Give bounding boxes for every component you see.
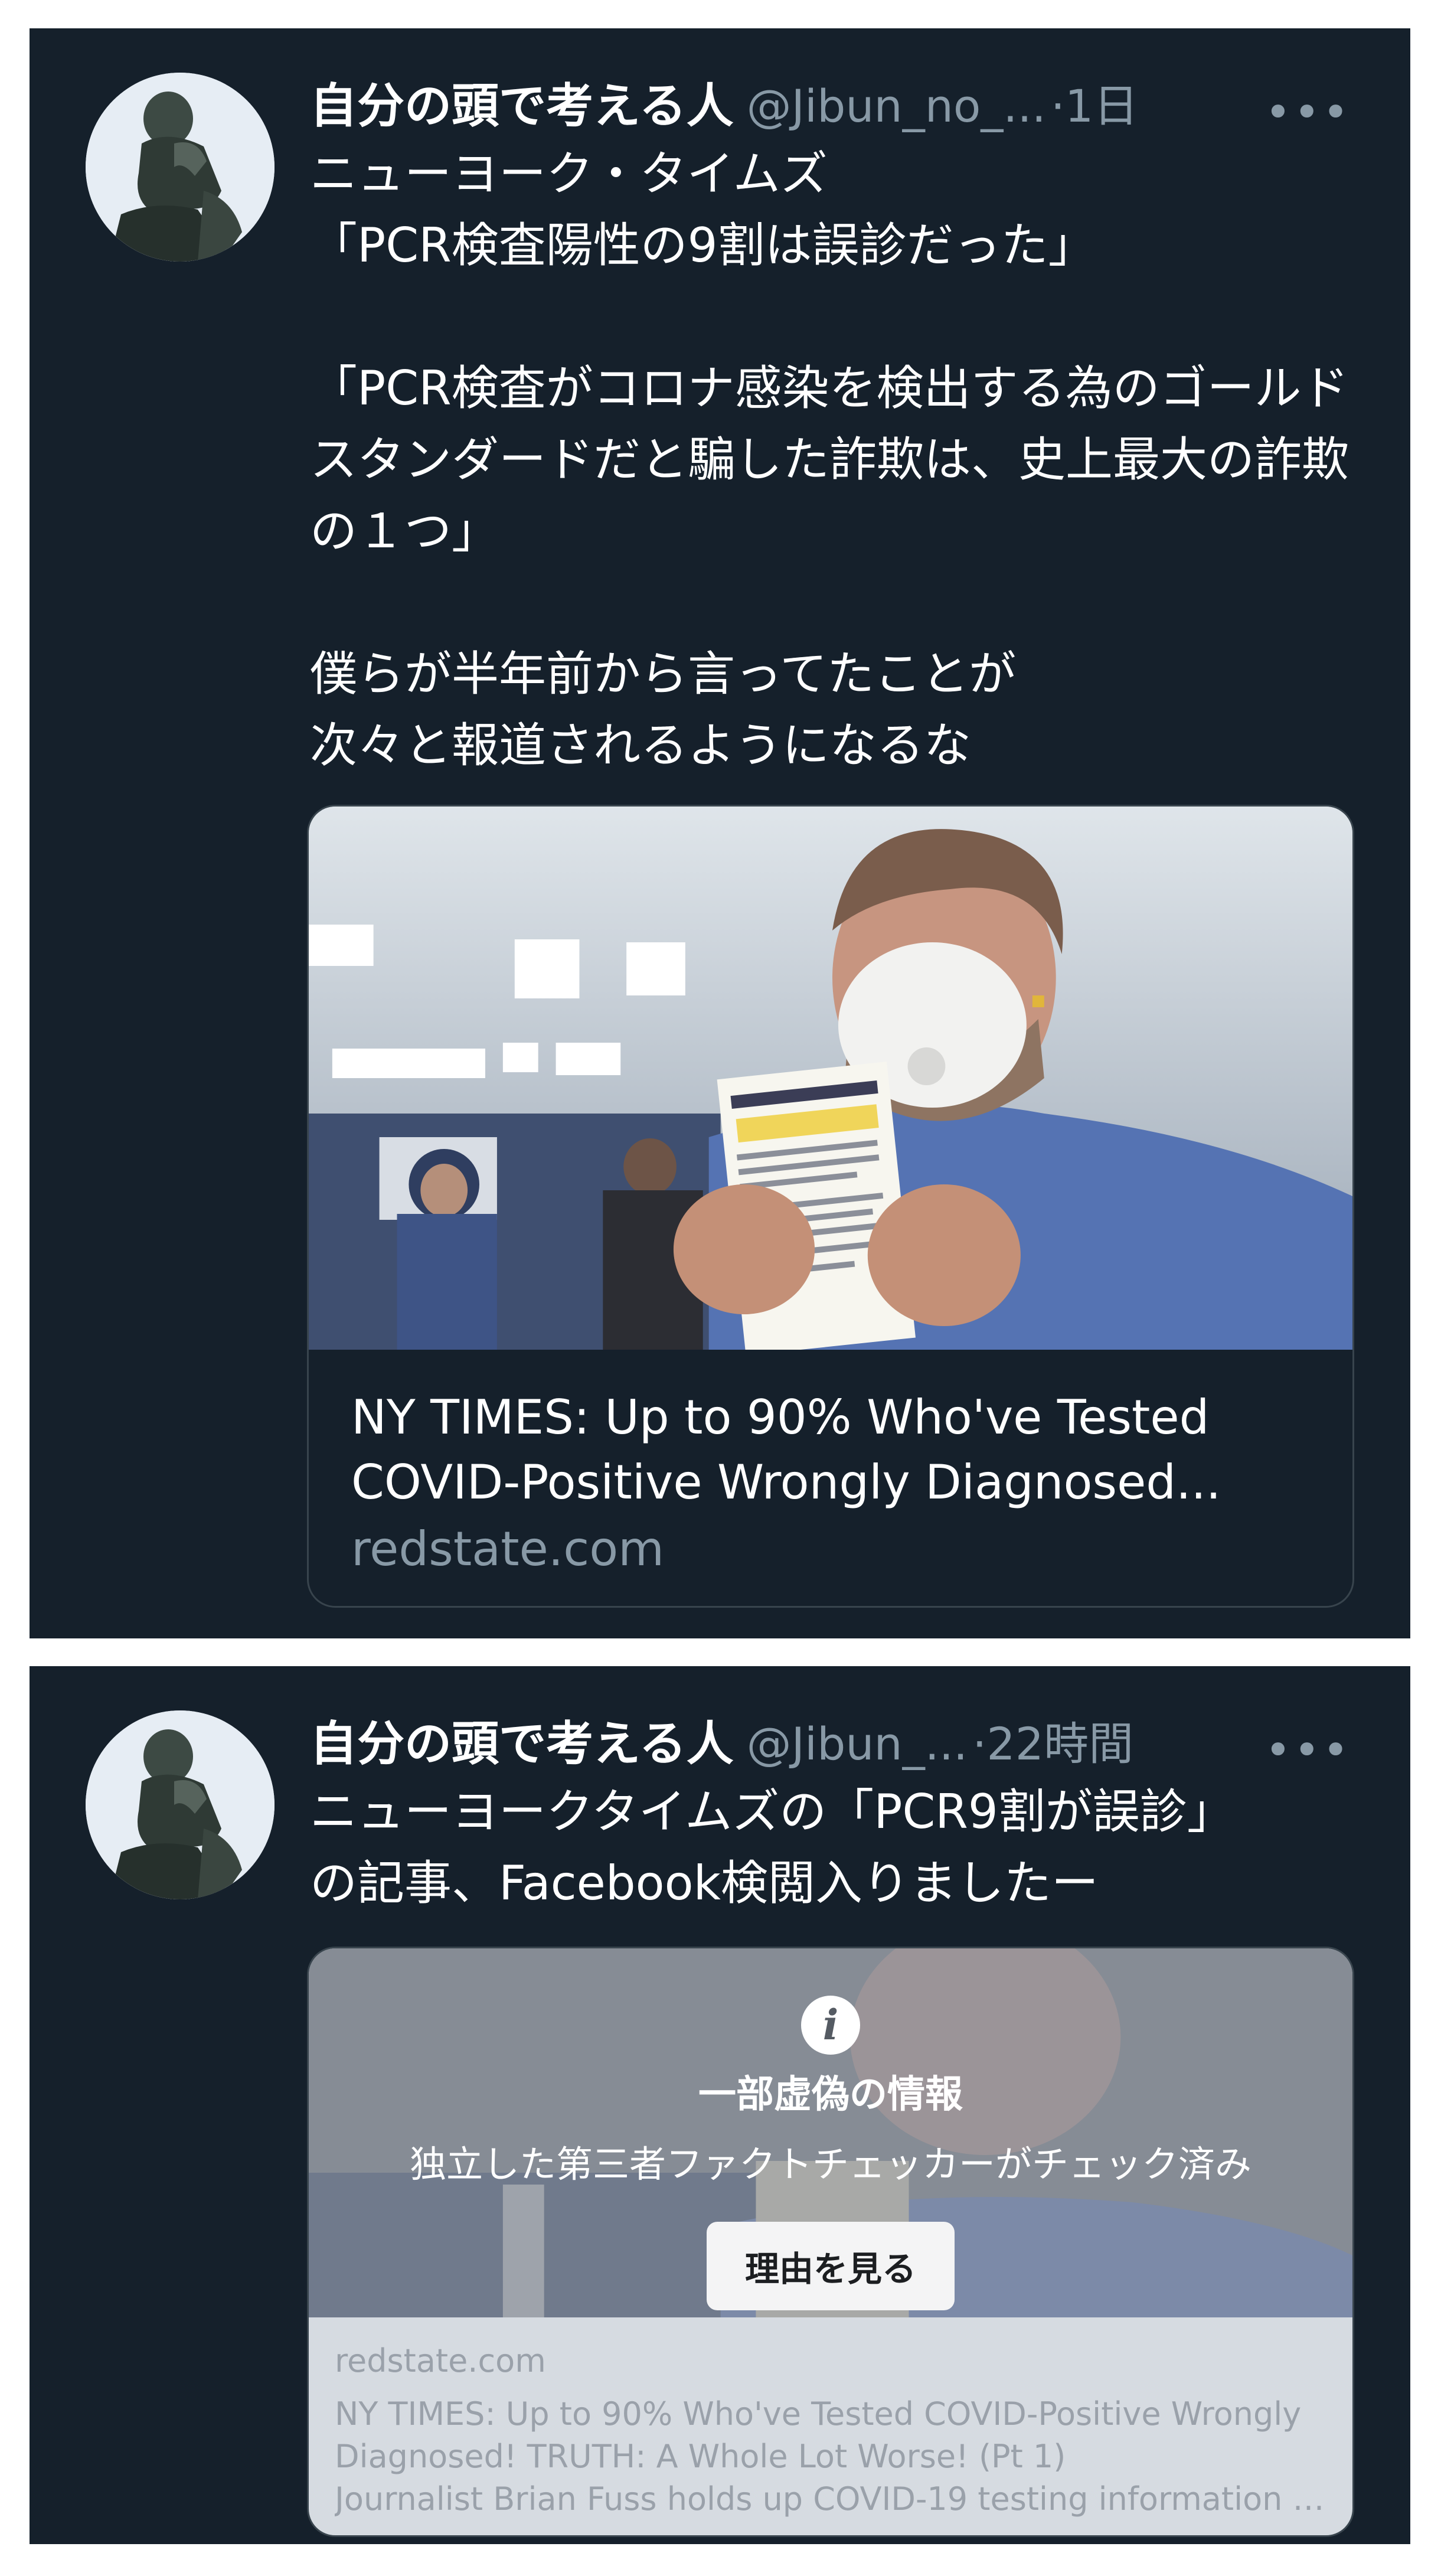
author-handle[interactable]: @Jibun_no_...	[747, 84, 1046, 129]
info-icon: i	[801, 1996, 860, 2055]
link-title-line[interactable]: Diagnosed! TRUTH: A Whole Lot Worse! (Pt…	[335, 2435, 1326, 2478]
fact-check-overlay: i 一部虚偽の情報 独立した第三者ファクトチェッカーがチェック済み 理由を見る	[309, 1948, 1352, 2317]
link-domain: redstate.com	[351, 1522, 665, 1576]
tweet-timestamp[interactable]: ·22時間	[972, 1722, 1133, 1767]
author-name[interactable]: 自分の頭で考える人	[310, 83, 734, 130]
fact-check-card[interactable]: i 一部虚偽の情報 独立した第三者ファクトチェッカーがチェック済み 理由を見る …	[307, 1947, 1354, 2537]
more-options-icon[interactable]: •••	[1265, 90, 1351, 135]
tweet-card[interactable]: 自分の頭で考える人 @Jibun_... ·22時間 ••• ニューヨークタイム…	[30, 1666, 1410, 2544]
tweet-header: 自分の頭で考える人 @Jibun_no_... ·1日 •••	[310, 71, 1351, 142]
author-handle[interactable]: @Jibun_...	[747, 1722, 968, 1767]
thinker-statue-image	[86, 73, 275, 262]
tweet-text: ニューヨーク・タイムズ 「PCR検査陽性の9割は誤診だった」 「PCR検査がコロ…	[310, 146, 1349, 773]
tweet-text: ニューヨークタイムズの「PCR9割が誤診」 の記事、Facebook検閲入りまし…	[310, 1784, 1234, 1911]
fact-check-title: 一部虚偽の情報	[698, 2073, 963, 2117]
more-options-icon[interactable]: •••	[1265, 1728, 1351, 1772]
tweet-card[interactable]: 自分の頭で考える人 @Jibun_no_... ·1日 ••• ニューヨーク・タ…	[30, 28, 1410, 1638]
link-description: Journalist Brian Fuss holds up COVID-19 …	[335, 2480, 1326, 2518]
fact-check-link-meta: redstate.com NY TIMES: Up to 90% Who've …	[309, 2317, 1352, 2521]
link-title[interactable]: NY TIMES: Up to 90% Who've Tested COVID-…	[351, 1385, 1310, 1515]
avatar[interactable]	[86, 73, 275, 262]
link-preview-image	[309, 807, 1352, 1350]
avatar[interactable]	[86, 1710, 275, 1899]
tweet-timestamp[interactable]: ·1日	[1051, 84, 1139, 129]
see-why-button[interactable]: 理由を見る	[707, 2222, 955, 2311]
fact-check-description: 独立した第三者ファクトチェッカーがチェック済み	[409, 2142, 1252, 2186]
tweet-header: 自分の頭で考える人 @Jibun_... ·22時間 •••	[310, 1709, 1351, 1780]
author-name[interactable]: 自分の頭で考える人	[310, 1720, 734, 1768]
link-domain: redstate.com	[335, 2342, 546, 2379]
link-title-line[interactable]: NY TIMES: Up to 90% Who've Tested COVID-…	[335, 2393, 1326, 2435]
thinker-statue-image	[86, 1710, 275, 1899]
link-preview-card[interactable]: NY TIMES: Up to 90% Who've Tested COVID-…	[307, 805, 1354, 1608]
link-preview-meta: NY TIMES: Up to 90% Who've Tested COVID-…	[309, 1350, 1352, 1583]
